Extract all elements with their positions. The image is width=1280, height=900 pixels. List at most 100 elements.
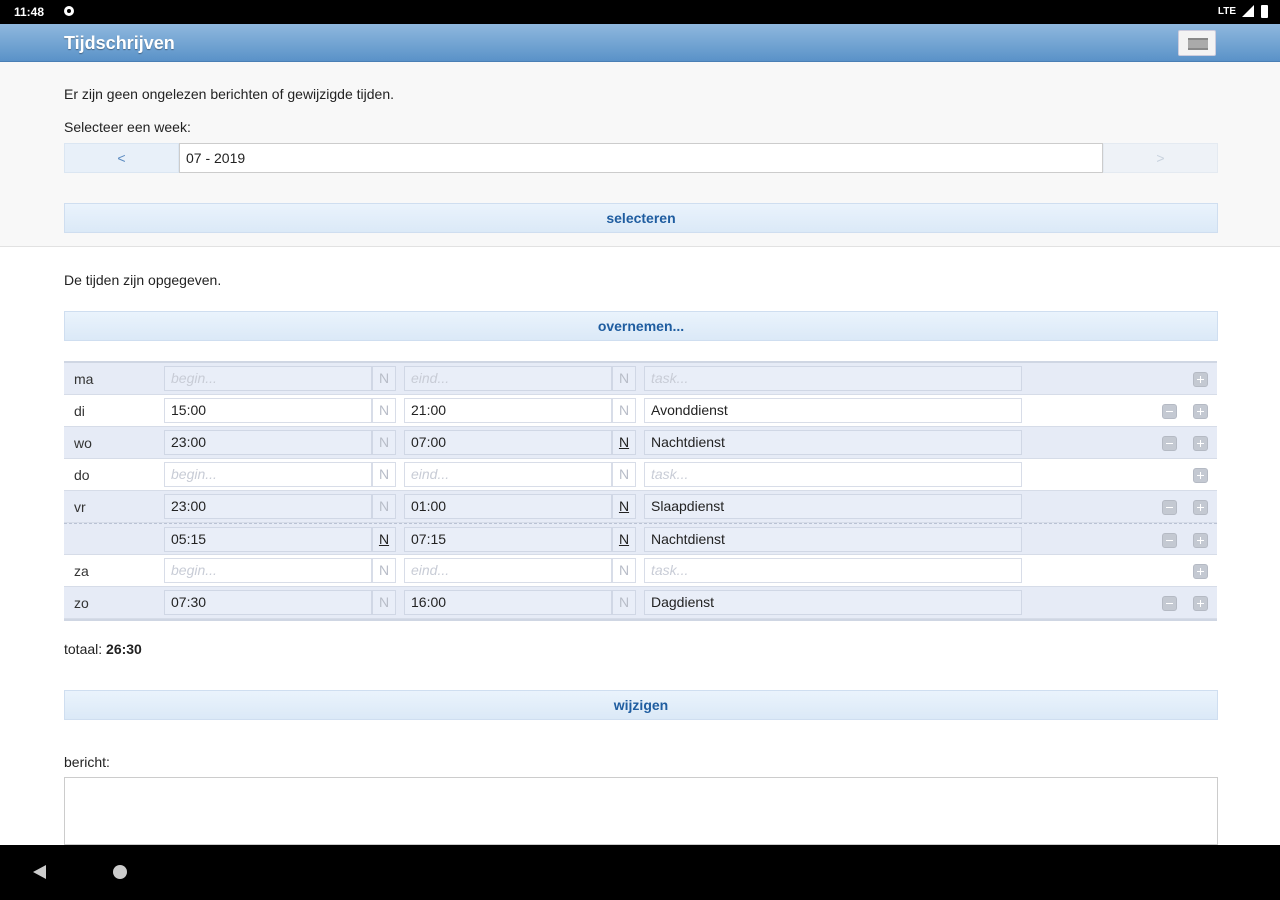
end-time-input[interactable]: eind... [404, 366, 612, 391]
end-night-toggle[interactable]: N [612, 527, 636, 552]
day-label: vr [74, 499, 86, 515]
message-label: bericht: [64, 754, 110, 770]
end-time-input[interactable]: eind... [404, 558, 612, 583]
app-header: Tijdschrijven [0, 24, 1280, 62]
status-time: 11:48 [14, 5, 45, 19]
previous-week-button[interactable]: < [64, 143, 179, 173]
select-button[interactable]: selecteren [64, 203, 1218, 233]
begin-night-toggle[interactable]: N [372, 366, 396, 391]
task-input[interactable]: task... [644, 462, 1022, 487]
night-flag-label: N [618, 466, 630, 482]
task-input[interactable]: Dagdienst [644, 590, 1022, 615]
back-icon[interactable] [33, 865, 46, 879]
night-flag-label: N [618, 594, 630, 610]
task-input[interactable]: Avonddienst [644, 398, 1022, 423]
task-input[interactable]: task... [644, 366, 1022, 391]
end-night-toggle[interactable]: N [612, 430, 636, 455]
status-message: De tijden zijn opgegeven. [64, 272, 222, 288]
night-flag-label: N [618, 562, 630, 578]
night-flag-label: N [618, 402, 630, 418]
remove-entry-icon[interactable] [1162, 500, 1177, 515]
copy-button[interactable]: overnemen... [64, 311, 1218, 341]
add-entry-icon[interactable] [1193, 533, 1208, 548]
add-entry-icon[interactable] [1193, 372, 1208, 387]
total: totaal: 26:30 [64, 641, 142, 657]
menu-button[interactable] [1178, 30, 1216, 56]
remove-entry-icon[interactable] [1162, 596, 1177, 611]
begin-time-input[interactable]: 23:00 [164, 430, 372, 455]
night-flag-label: N [618, 531, 630, 547]
time-table: ma begin... Neind... Ntask... di 15:00 N 21:00 N… [64, 361, 1217, 621]
add-entry-icon[interactable] [1193, 468, 1208, 483]
begin-time-input[interactable]: 15:00 [164, 398, 372, 423]
end-time-input[interactable]: 07:15 [404, 527, 612, 552]
remove-entry-icon[interactable] [1162, 533, 1177, 548]
begin-time-input[interactable]: 05:15 [164, 527, 372, 552]
day-label: wo [74, 435, 92, 451]
total-value: 26:30 [106, 641, 142, 657]
night-flag-label: N [618, 370, 630, 386]
table-row: do begin... Neind... Ntask... [64, 459, 1217, 491]
begin-night-toggle[interactable]: N [372, 527, 396, 552]
table-row: vr 23:00 N 01:00 N Slaapdienst [64, 491, 1217, 523]
week-input[interactable]: 07 - 2019 [179, 143, 1103, 173]
message-textarea[interactable] [64, 777, 1218, 845]
total-label: totaal: [64, 641, 103, 657]
day-label: za [74, 563, 89, 579]
begin-time-input[interactable]: 07:30 [164, 590, 372, 615]
remove-entry-icon[interactable] [1162, 436, 1177, 451]
next-week-button[interactable]: > [1103, 143, 1218, 173]
task-input[interactable]: Nachtdienst [644, 527, 1022, 552]
add-entry-icon[interactable] [1193, 500, 1208, 515]
begin-time-input[interactable]: begin... [164, 558, 372, 583]
navigation-bar [0, 845, 1280, 900]
week-label: Selecteer een week: [64, 119, 191, 135]
gear-icon [64, 6, 74, 16]
night-flag-label: N [378, 434, 390, 450]
add-entry-icon[interactable] [1193, 404, 1208, 419]
begin-night-toggle[interactable]: N [372, 558, 396, 583]
begin-night-toggle[interactable]: N [372, 398, 396, 423]
task-input[interactable]: Slaapdienst [644, 494, 1022, 519]
menu-icon [1188, 38, 1208, 50]
night-flag-label: N [618, 498, 630, 514]
begin-night-toggle[interactable]: N [372, 462, 396, 487]
end-night-toggle[interactable]: N [612, 558, 636, 583]
begin-night-toggle[interactable]: N [372, 494, 396, 519]
remove-entry-icon[interactable] [1162, 404, 1177, 419]
end-night-toggle[interactable]: N [612, 398, 636, 423]
night-flag-label: N [378, 562, 390, 578]
end-night-toggle[interactable]: N [612, 366, 636, 391]
end-time-input[interactable]: 07:00 [404, 430, 612, 455]
week-selector: < 07 - 2019 > [64, 143, 1218, 173]
table-row: za begin... Neind... Ntask... [64, 555, 1217, 587]
begin-night-toggle[interactable]: N [372, 590, 396, 615]
night-flag-label: N [378, 531, 390, 547]
end-time-input[interactable]: 16:00 [404, 590, 612, 615]
day-label: di [74, 403, 85, 419]
add-entry-icon[interactable] [1193, 564, 1208, 579]
begin-time-input[interactable]: 23:00 [164, 494, 372, 519]
end-time-input[interactable]: 21:00 [404, 398, 612, 423]
end-night-toggle[interactable]: N [612, 462, 636, 487]
add-entry-icon[interactable] [1193, 596, 1208, 611]
table-row: 05:15 N 07:15 N Nachtdienst [64, 523, 1217, 555]
end-night-toggle[interactable]: N [612, 494, 636, 519]
begin-time-input[interactable]: begin... [164, 366, 372, 391]
day-label: zo [74, 595, 89, 611]
end-night-toggle[interactable]: N [612, 590, 636, 615]
edit-button[interactable]: wijzigen [64, 690, 1218, 720]
end-time-input[interactable]: 01:00 [404, 494, 612, 519]
add-entry-icon[interactable] [1193, 436, 1208, 451]
task-input[interactable]: Nachtdienst [644, 430, 1022, 455]
night-flag-label: N [378, 466, 390, 482]
begin-time-input[interactable]: begin... [164, 462, 372, 487]
task-input[interactable]: task... [644, 558, 1022, 583]
page-title: Tijdschrijven [64, 33, 175, 53]
begin-night-toggle[interactable]: N [372, 430, 396, 455]
home-icon[interactable] [113, 865, 127, 879]
table-row: zo 07:30 N 16:00 N Dagdienst [64, 587, 1217, 619]
night-flag-label: N [378, 370, 390, 386]
night-flag-label: N [378, 594, 390, 610]
end-time-input[interactable]: eind... [404, 462, 612, 487]
